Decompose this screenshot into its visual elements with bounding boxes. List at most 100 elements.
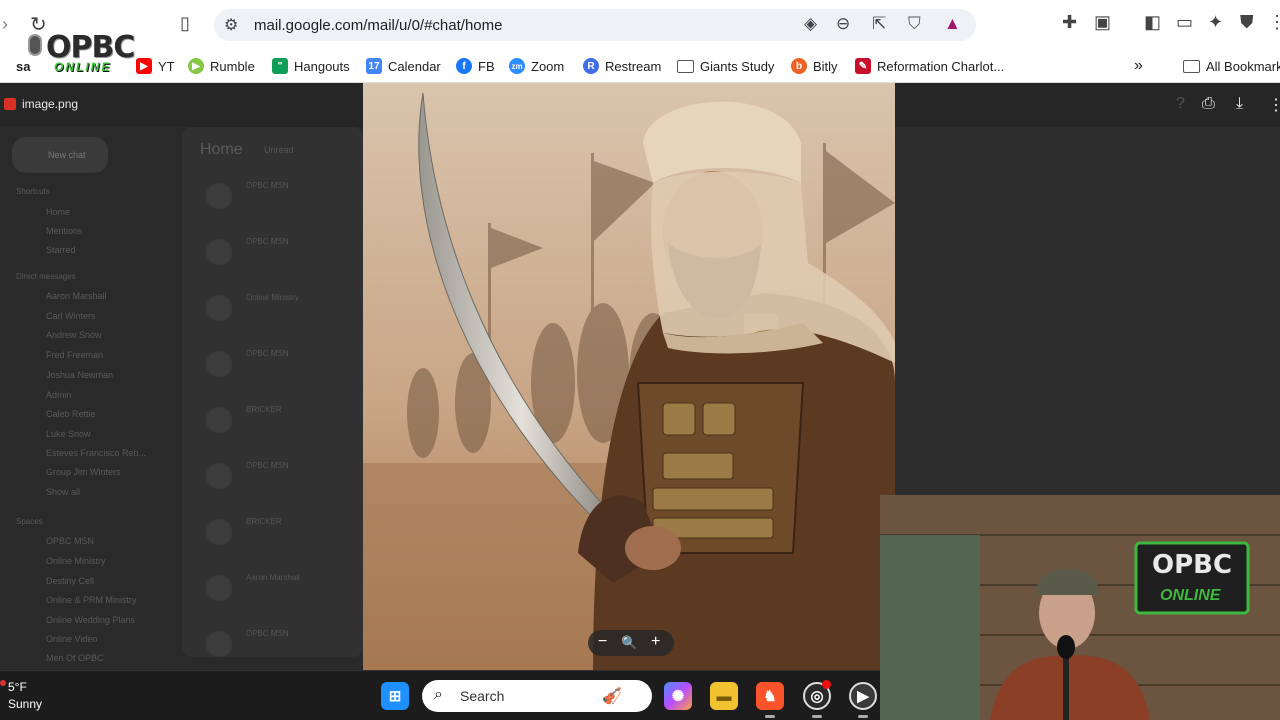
brave-shield-icon[interactable]: ⛉ [908, 14, 921, 34]
dm-item[interactable]: Joshua Newman [46, 370, 113, 380]
sidebar-item-starred[interactable]: Starred [46, 245, 76, 255]
active-indicator [858, 715, 868, 718]
sidebar-icon[interactable]: ◧ [1144, 12, 1161, 33]
bookmark-page-icon[interactable]: ▯ [180, 13, 190, 34]
zoom-out-button[interactable]: − [598, 633, 607, 651]
download-icon[interactable]: ⤓ [1236, 95, 1243, 113]
menu-icon[interactable]: ⋮ [1268, 12, 1280, 33]
viewed-image [363, 83, 895, 670]
webcam-sign-title: OPBC [1152, 550, 1233, 580]
thread-title[interactable]: BRICKER [246, 405, 362, 414]
tab-search-icon[interactable]: ▣ [1094, 12, 1111, 33]
warrior-artwork [363, 83, 895, 670]
bookmark-giants-study[interactable]: Giants Study [677, 55, 774, 77]
logo-subtitle: ONLINE [54, 60, 112, 74]
thread-title[interactable]: OPBC MSN [246, 349, 362, 358]
folder-icon [677, 59, 694, 73]
thread-title[interactable]: OPBC MSN [246, 461, 362, 470]
bookmark-label: FB [478, 58, 495, 74]
space-item[interactable]: Online & PRM Ministry [46, 595, 137, 605]
dm-item[interactable]: Esteves Francisco Reb... [46, 448, 146, 458]
space-item[interactable]: Men Of OPBC [46, 653, 104, 663]
address-bar[interactable]: ⚙ mail.google.com/mail/u/0/#chat/home ◈ … [214, 9, 976, 41]
sidebar-item-home[interactable]: Home [46, 207, 70, 217]
taskbar-search[interactable]: ⌕ Search 🎻 [422, 680, 652, 712]
thread-title[interactable]: OPBC MSN [246, 629, 362, 638]
dm-item[interactable]: Aaron Marshall [46, 291, 107, 301]
active-indicator [812, 715, 822, 718]
browser-toolbar: › ↻ ▯ ⚙ mail.google.com/mail/u/0/#chat/h… [0, 0, 1280, 48]
file-explorer-app[interactable]: ▬ [710, 682, 738, 710]
obs-icon: ◎ [810, 688, 824, 705]
sidebar-item-mentions[interactable]: Mentions [46, 226, 83, 236]
microphone-icon [28, 34, 42, 56]
brave-rewards-icon[interactable]: ▲ [944, 14, 961, 34]
bookmark-hangouts[interactable]: " Hangouts [272, 55, 350, 77]
bookmark-rumble[interactable]: ▶ Rumble [188, 55, 255, 77]
bookmark-calendar[interactable]: 17 Calendar [366, 55, 441, 77]
start-button[interactable]: ⊞ [381, 682, 409, 710]
space-item[interactable]: Destiny Cell [46, 576, 94, 586]
zoom-in-button[interactable]: + [651, 633, 660, 651]
zoom-page-icon[interactable]: ⊖ [836, 14, 850, 34]
dm-item[interactable]: Fred Freeman [46, 350, 103, 360]
dm-item[interactable]: Carl Winters [46, 311, 96, 321]
folder-icon [1183, 59, 1200, 73]
folder-icon: ▬ [716, 687, 732, 705]
more-options-icon[interactable]: ⋮ [1268, 95, 1280, 115]
new-chat-button[interactable]: New chat [12, 137, 108, 173]
print-icon[interactable]: ⎙ [1202, 95, 1215, 113]
thread-title[interactable]: Online Ministry [246, 293, 362, 302]
lens-icon[interactable]: ◈ [804, 14, 817, 34]
wallet-icon[interactable]: ▭ [1176, 12, 1193, 33]
brave-app[interactable]: ♞ [756, 682, 784, 710]
bookmark-zoom[interactable]: zm Zoom [509, 55, 564, 77]
dm-item[interactable]: Caleb Rettie [46, 409, 96, 419]
bookmark-label: Restream [605, 58, 662, 74]
weather-condition[interactable]: Sunny [8, 697, 42, 711]
show-all-link[interactable]: Show all [46, 487, 80, 497]
copilot-icon: ✺ [671, 688, 685, 705]
space-item[interactable]: Online Ministry [46, 556, 106, 566]
media-player-app[interactable]: ▶ [849, 682, 877, 710]
bookmark-label: Calendar [388, 58, 441, 74]
space-item[interactable]: Online Wedding Plans [46, 615, 135, 625]
avatar [206, 295, 232, 321]
avatar [206, 351, 232, 377]
avatar [206, 631, 232, 657]
site-settings-icon[interactable]: ⚙ [224, 15, 238, 35]
url-text[interactable]: mail.google.com/mail/u/0/#chat/home [254, 17, 502, 34]
bookmarks-overflow-button[interactable]: » [1134, 55, 1143, 77]
vpn-icon[interactable]: ⛊ [1240, 12, 1254, 33]
image-zoom-controls: − 🔍 + [588, 630, 674, 656]
weather-temperature[interactable]: 5°F [8, 680, 27, 694]
share-icon[interactable]: ⇱ [872, 14, 886, 34]
bookmark-restream[interactable]: R Restream [583, 55, 661, 77]
dm-item[interactable]: Luke Snow [46, 429, 91, 439]
opbc-logo-overlay: OPBC ONLINE [28, 30, 152, 74]
all-bookmarks-button[interactable]: All Bookmark [1183, 55, 1280, 77]
bookmark-bitly[interactable]: b Bitly [791, 55, 838, 77]
zoom-reset-icon[interactable]: 🔍 [621, 635, 637, 651]
thread-title[interactable]: BRICKER [246, 517, 362, 526]
new-chat-label: New chat [48, 150, 86, 160]
thread-title[interactable]: Aaron Marshall [246, 573, 362, 582]
thread-title[interactable]: OPBC MSN [246, 181, 362, 190]
space-item[interactable]: OPBC MSN [46, 536, 94, 546]
bookmark-label: Hangouts [294, 58, 350, 74]
brave-icon: ♞ [763, 688, 777, 705]
thread-title[interactable]: OPBC MSN [246, 237, 362, 246]
space-item[interactable]: Online Video [46, 634, 97, 644]
bookmark-label: Giants Study [700, 58, 775, 74]
leo-ai-icon[interactable]: ✦ [1208, 12, 1223, 33]
help-icon[interactable]: ? [1176, 95, 1185, 113]
copilot-app[interactable]: ✺ [664, 682, 692, 710]
dm-item[interactable]: Group Jim Winters [46, 467, 121, 477]
extensions-icon[interactable]: ✚ [1062, 12, 1077, 33]
dm-item[interactable]: Andrew Snow [46, 330, 102, 340]
bookmark-reformation[interactable]: ✎ Reformation Charlot... [855, 55, 1004, 77]
dm-item[interactable]: Admin [46, 390, 72, 400]
bitly-icon: b [791, 58, 807, 74]
forward-icon[interactable]: › [2, 14, 8, 35]
bookmark-facebook[interactable]: f FB [456, 55, 495, 77]
